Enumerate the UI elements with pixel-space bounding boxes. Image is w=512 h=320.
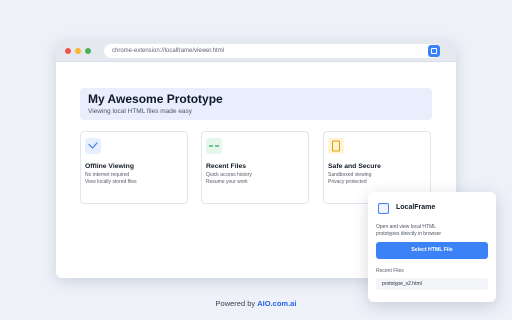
- feature-line: Privacy protected: [328, 179, 367, 185]
- select-html-file-button[interactable]: Select HTML File: [376, 242, 488, 259]
- recent-file-item[interactable]: prototype_v2.html: [376, 278, 488, 290]
- recent-files-label: Recent Files: [376, 268, 404, 274]
- footer-prefix: Powered by: [215, 299, 256, 308]
- history-icon: [206, 138, 222, 154]
- feature-line: Sandboxed viewing: [328, 172, 372, 178]
- maximize-window-dot[interactable]: [85, 48, 91, 54]
- feature-title: Safe and Secure: [328, 163, 381, 170]
- popup-header: LocalFrame: [376, 202, 488, 216]
- page-content: My Awesome Prototype Viewing local HTML …: [80, 88, 432, 204]
- popup-description: Open and view local HTML prototypes dire…: [376, 224, 442, 237]
- feature-line: Resume your work: [206, 179, 248, 185]
- document-icon: [328, 138, 344, 154]
- extension-popup: LocalFrame Open and view local HTML prot…: [368, 192, 496, 302]
- feature-card-recent: Recent Files Quick access history Resume…: [201, 131, 309, 204]
- extension-button[interactable]: [428, 45, 440, 57]
- localframe-logo-icon: [378, 203, 389, 214]
- feature-line: View locally stored files: [85, 179, 137, 185]
- address-bar[interactable]: chrome-extension://localframe/viewer.htm…: [104, 44, 440, 58]
- hero-banner: My Awesome Prototype Viewing local HTML …: [80, 88, 432, 120]
- feature-line: No internet required: [85, 172, 130, 178]
- browser-toolbar: chrome-extension://localframe/viewer.htm…: [56, 40, 456, 62]
- close-window-dot[interactable]: [65, 48, 71, 54]
- checkmark-icon: [85, 138, 101, 154]
- feature-title: Offline Viewing: [85, 163, 134, 170]
- feature-title: Recent Files: [206, 163, 247, 170]
- localframe-icon: [431, 48, 437, 54]
- minimize-window-dot[interactable]: [75, 48, 81, 54]
- feature-line: Quick access history: [206, 172, 252, 178]
- page-title: My Awesome Prototype: [88, 92, 223, 106]
- footer: Powered by AIO.com.ai: [0, 299, 512, 308]
- page-subtitle: Viewing local HTML files made easy: [88, 108, 193, 115]
- feature-card-offline: Offline Viewing No internet required Vie…: [80, 131, 188, 204]
- footer-brand-link[interactable]: AIO.com.ai: [257, 299, 296, 308]
- popup-title: LocalFrame: [396, 204, 436, 211]
